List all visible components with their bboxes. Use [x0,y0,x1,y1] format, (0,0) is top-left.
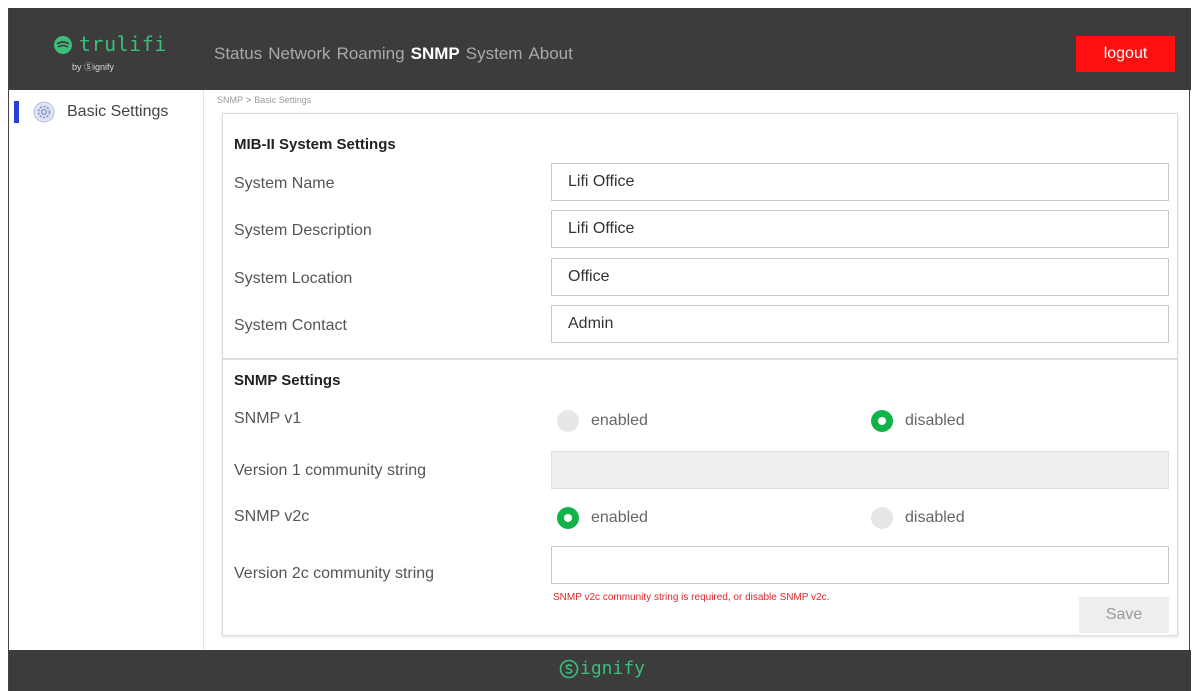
radio-on-icon [557,507,579,529]
radio-label: disabled [905,412,965,429]
trulifi-logo: trulifi by Ⓢignify [53,32,173,72]
snmp-v2c-label: SNMP v2c [234,508,310,525]
snmp-section-title: SNMP Settings [234,372,341,389]
footer: ignify [9,650,1191,691]
gear-icon [33,101,55,123]
radio-label: enabled [591,509,648,526]
system-contact-label: System Contact [234,317,347,334]
trulifi-logo-icon [54,36,72,54]
sidebar-item-label: Basic Settings [67,103,169,120]
app-frame: trulifi by Ⓢignify Status Network Roamin… [8,8,1191,691]
breadcrumb-separator: > [246,95,252,105]
snmp-v1-disabled-radio[interactable]: disabled [871,410,965,432]
sidebar: Basic Settings [9,90,204,650]
v1-community-input[interactable] [551,451,1169,489]
snmp-v2c-enabled-radio[interactable]: enabled [557,507,648,529]
v2c-community-error: SNMP v2c community string is required, o… [553,592,830,603]
radio-label: enabled [591,412,648,429]
breadcrumb: SNMP > Basic Settings [217,95,311,105]
system-name-label: System Name [234,175,335,192]
footer-brand: ignify [580,658,646,679]
nav-status[interactable]: Status [214,44,262,64]
mib-section-title: MIB-II System Settings [234,136,396,153]
main-nav: Status Network Roaming SNMP System About [214,44,573,64]
save-button[interactable]: Save [1079,597,1169,633]
top-header: trulifi by Ⓢignify Status Network Roamin… [9,8,1191,90]
radio-off-icon [557,410,579,432]
v2c-community-input[interactable] [551,546,1169,584]
system-location-label: System Location [234,270,353,287]
brand-name: trulifi [79,32,167,56]
nav-network[interactable]: Network [268,44,330,64]
snmp-v1-enabled-radio[interactable]: enabled [557,410,648,432]
signify-logo-icon [559,659,579,678]
logout-button[interactable]: logout [1076,36,1175,72]
system-description-label: System Description [234,222,372,239]
system-name-input[interactable] [551,163,1169,201]
sidebar-item-basic-settings[interactable]: Basic Settings [9,98,204,128]
breadcrumb-parent[interactable]: SNMP [217,95,243,105]
signify-logo: ignify [559,658,645,679]
snmp-v2c-disabled-radio[interactable]: disabled [871,507,965,529]
sidebar-active-marker [14,101,19,123]
system-location-input[interactable] [551,258,1169,296]
brand-subtitle: by Ⓢignify [72,62,115,72]
nav-roaming[interactable]: Roaming [337,44,405,64]
nav-system[interactable]: System [466,44,523,64]
v1-community-label: Version 1 community string [234,462,427,479]
radio-label: disabled [905,509,965,526]
breadcrumb-current: Basic Settings [254,95,312,105]
nav-snmp[interactable]: SNMP [411,44,460,64]
settings-panel: MIB-II System Settings System Name Syste… [222,113,1178,636]
snmp-v1-label: SNMP v1 [234,410,302,427]
section-divider [223,358,1177,360]
radio-off-icon [871,507,893,529]
system-description-input[interactable] [551,210,1169,248]
v2c-community-label: Version 2c community string [234,565,435,582]
system-contact-input[interactable] [551,305,1169,343]
nav-about[interactable]: About [528,44,572,64]
radio-on-icon [871,410,893,432]
